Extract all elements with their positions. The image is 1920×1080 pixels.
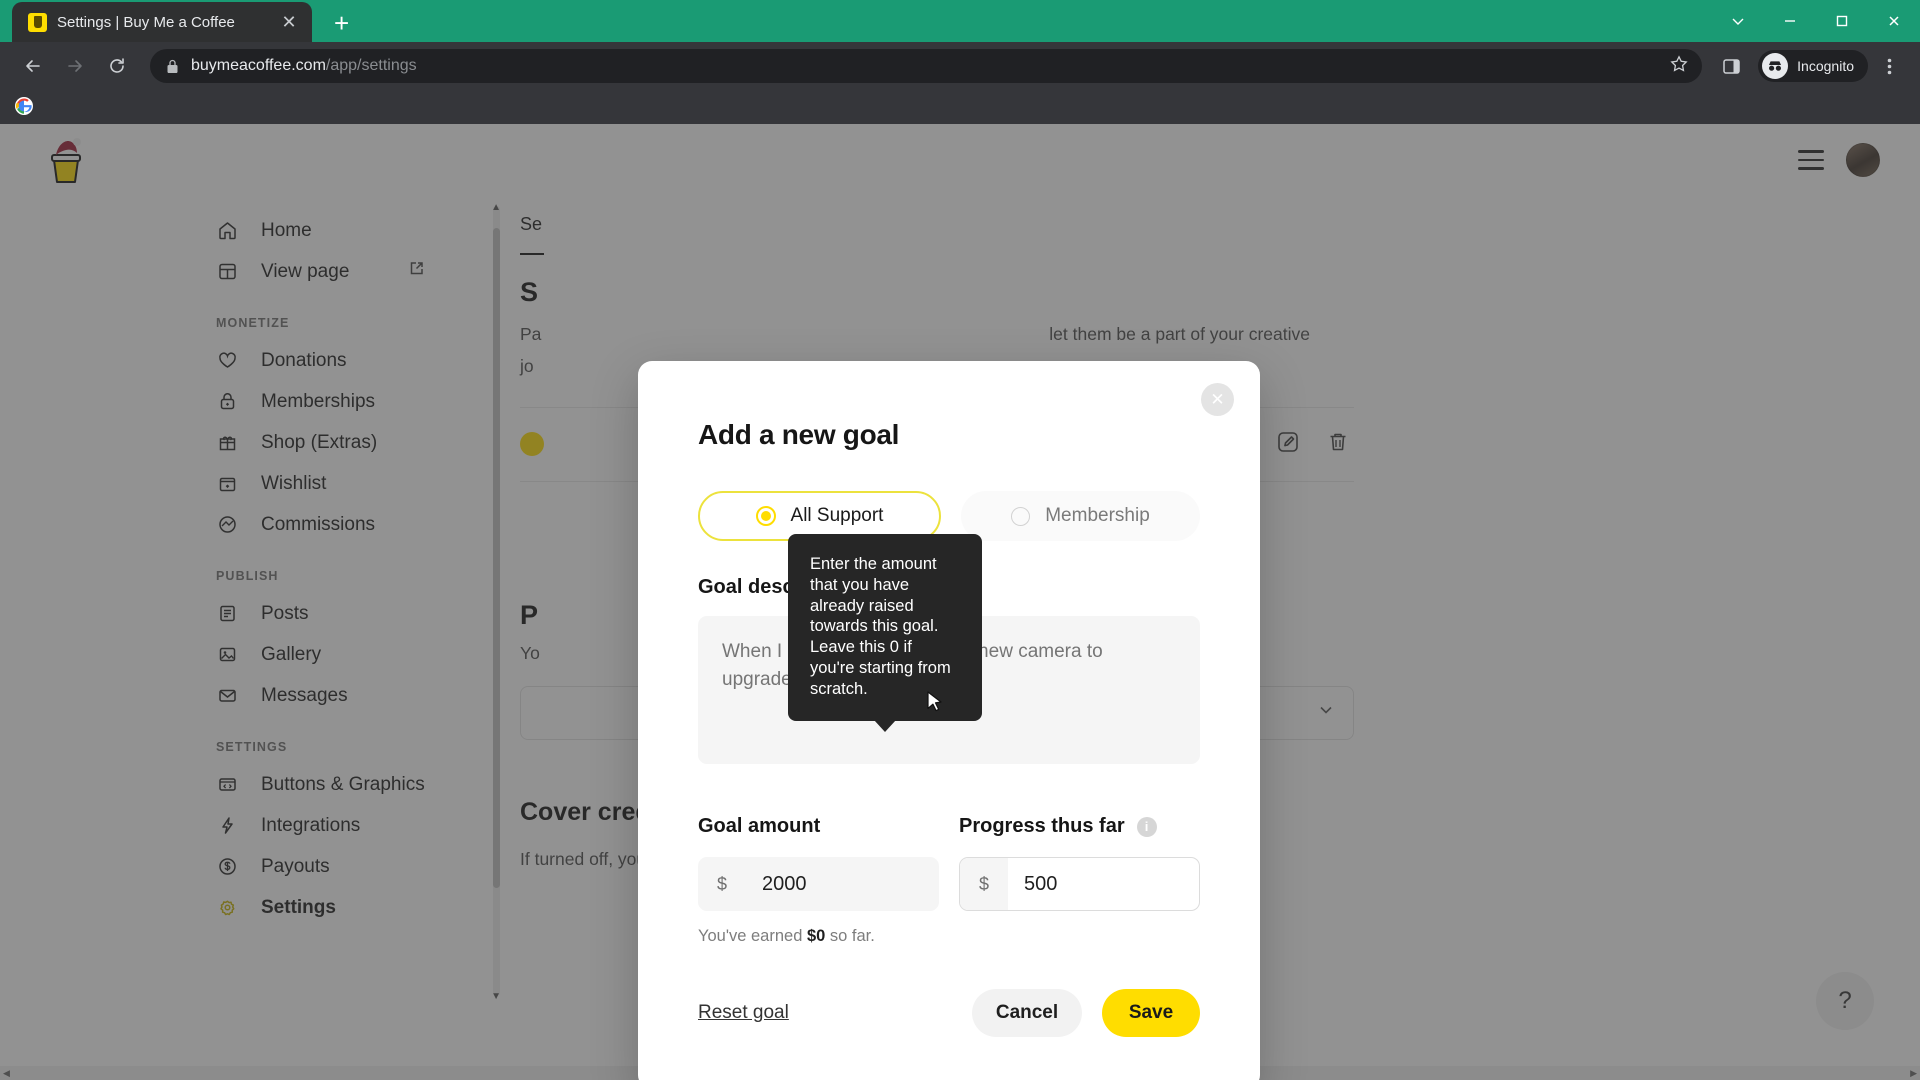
- goal-amount-field[interactable]: $ 2000: [698, 857, 939, 911]
- close-icon[interactable]: ✕: [276, 9, 302, 35]
- google-bookmark-icon[interactable]: [14, 96, 36, 118]
- side-panel-icon[interactable]: [1714, 49, 1748, 83]
- back-arrow-icon[interactable]: [14, 47, 52, 85]
- maximize-icon[interactable]: [1816, 0, 1868, 42]
- earned-amount: $0: [806, 927, 826, 945]
- bookmarks-bar: [0, 90, 1920, 124]
- goal-amount-label-row: Goal amount: [698, 815, 939, 838]
- lock-icon: [166, 59, 179, 74]
- browser-tab[interactable]: Settings | Buy Me a Coffee ✕: [12, 2, 312, 42]
- progress-group: Progress thus far i $ 500: [959, 815, 1200, 946]
- window-controls: [1712, 0, 1920, 42]
- earned-suffix: so far.: [825, 927, 875, 945]
- new-tab-button[interactable]: +: [334, 10, 349, 36]
- reset-goal-link[interactable]: Reset goal: [698, 1002, 789, 1024]
- info-icon[interactable]: i: [1136, 816, 1157, 837]
- save-button[interactable]: Save: [1102, 989, 1200, 1037]
- url-text: buymeacoffee.com/app/settings: [191, 57, 417, 75]
- three-dots-icon[interactable]: [1872, 49, 1906, 83]
- progress-tooltip: Enter the amount that you have already r…: [788, 534, 982, 722]
- earned-note: You've earned $0 so far.: [698, 927, 939, 946]
- goal-amount-group: Goal amount $ 2000 You've earned $0 so f…: [698, 815, 939, 946]
- progress-label: Progress thus far: [959, 815, 1125, 837]
- url-bar[interactable]: buymeacoffee.com/app/settings: [150, 49, 1703, 83]
- minimize-icon[interactable]: [1764, 0, 1816, 42]
- browser-address-bar: buymeacoffee.com/app/settings Incognito: [0, 42, 1920, 90]
- url-path: /app/settings: [325, 57, 417, 74]
- reload-icon[interactable]: [98, 47, 136, 85]
- profile-chip[interactable]: Incognito: [1758, 50, 1868, 82]
- radio-unselected-icon: [1011, 506, 1031, 526]
- star-icon[interactable]: [1670, 54, 1688, 78]
- goal-amount-label: Goal amount: [698, 815, 821, 837]
- bmc-cup-icon: [28, 12, 47, 32]
- progress-label-row: Progress thus far i: [959, 815, 1200, 838]
- goal-type-label: Membership: [1045, 505, 1150, 526]
- profile-label: Incognito: [1797, 58, 1854, 74]
- earned-prefix: You've earned: [698, 927, 807, 945]
- cancel-button[interactable]: Cancel: [972, 989, 1082, 1037]
- currency-prefix: $: [716, 873, 727, 894]
- window-close-icon[interactable]: [1868, 0, 1920, 42]
- forward-arrow-icon: [56, 47, 94, 85]
- tab-title: Settings | Buy Me a Coffee: [57, 13, 235, 31]
- incognito-icon: [1762, 53, 1789, 79]
- goal-amount-value: 2000: [762, 872, 807, 895]
- currency-prefix: $: [960, 858, 1008, 910]
- page-viewport: Home View page MONETIZE Donati: [0, 124, 1920, 1080]
- url-domain: buymeacoffee.com: [191, 57, 326, 74]
- mouse-cursor: [927, 691, 945, 715]
- progress-value: 500: [1024, 872, 1058, 895]
- progress-field[interactable]: $ 500: [959, 857, 1200, 911]
- modal-actions: Reset goal Cancel Save: [698, 989, 1200, 1037]
- chevron-down-icon[interactable]: [1712, 0, 1764, 42]
- goal-type-label: All Support: [790, 505, 884, 526]
- amount-fields: Goal amount $ 2000 You've earned $0 so f…: [698, 815, 1200, 946]
- goal-type-membership[interactable]: Membership: [961, 491, 1200, 541]
- radio-selected-icon: [755, 506, 776, 526]
- close-icon[interactable]: ✕: [1201, 383, 1234, 416]
- modal-title: Add a new goal: [698, 419, 900, 450]
- modal-button-group: Cancel Save: [972, 989, 1200, 1037]
- browser-tab-strip: Settings | Buy Me a Coffee ✕ +: [0, 0, 1920, 42]
